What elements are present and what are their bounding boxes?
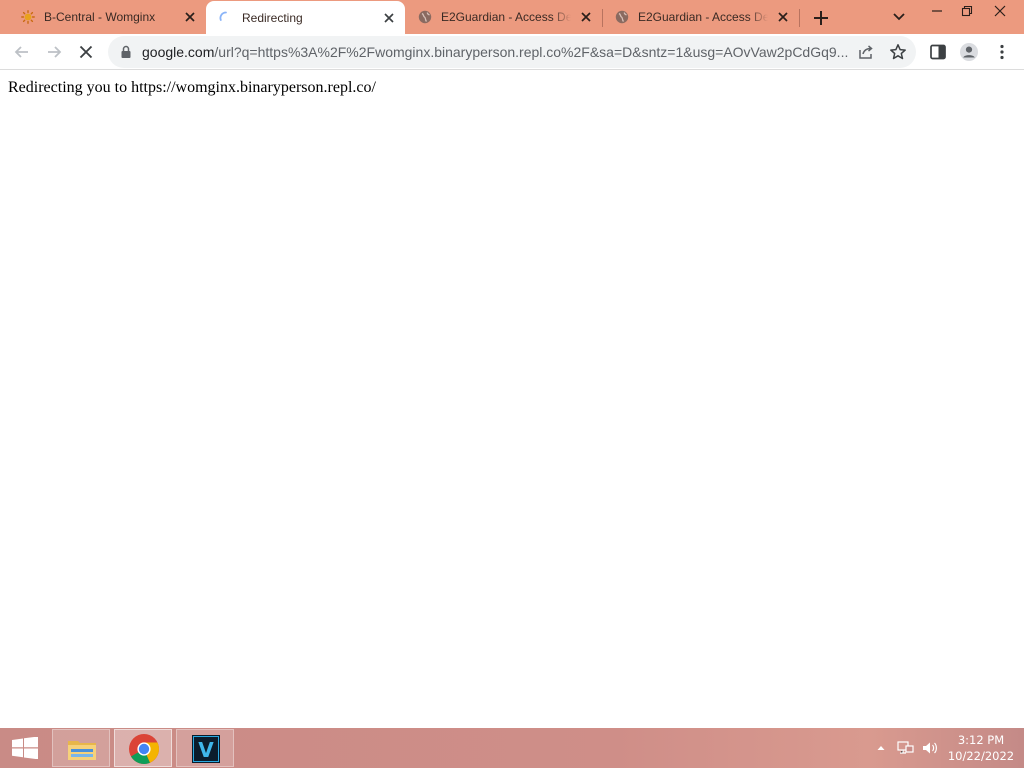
v-app-letter: V	[198, 738, 214, 762]
sun-favicon-icon	[21, 10, 35, 24]
tab-separator	[799, 9, 800, 27]
address-bar[interactable]: google.com/url?q=https%3A%2F%2Fwomginx.b…	[108, 36, 916, 68]
lock-icon[interactable]	[120, 45, 132, 59]
new-tab-plus-icon[interactable]	[810, 7, 832, 29]
restore-button[interactable]	[952, 0, 982, 22]
url-path: /url?q=https%3A%2F%2Fwomginx.binaryperso…	[214, 44, 849, 60]
tab-b-central[interactable]: B-Central - Womginx	[8, 0, 206, 34]
taskbar-v-app[interactable]: V	[176, 729, 234, 767]
stop-loading-icon[interactable]	[76, 42, 96, 62]
globe-icon	[418, 10, 432, 24]
profile-avatar-icon[interactable]	[959, 42, 979, 62]
tab-close-icon[interactable]	[579, 10, 593, 24]
url-text[interactable]: google.com/url?q=https%3A%2F%2Fwomginx.b…	[142, 44, 854, 60]
forward-arrow-icon[interactable]	[44, 42, 64, 62]
tab-e2guardian-1[interactable]: E2Guardian - Access Denied	[405, 0, 602, 34]
tab-e2guardian-2[interactable]: E2Guardian - Access Denied	[602, 0, 799, 34]
page-content: Redirecting you to https://womginx.binar…	[0, 71, 1024, 728]
minimize-button[interactable]	[922, 0, 952, 22]
clock-time: 3:12 PM	[957, 733, 1005, 747]
tab-close-icon[interactable]	[776, 10, 790, 24]
chevron-down-icon[interactable]	[890, 10, 908, 24]
url-host: google.com	[142, 44, 215, 60]
back-arrow-icon[interactable]	[12, 42, 32, 62]
tab-title: Redirecting	[242, 11, 303, 25]
tab-close-icon[interactable]	[382, 11, 396, 25]
browser-toolbar: google.com/url?q=https%3A%2F%2Fwomginx.b…	[0, 34, 1024, 70]
show-hidden-icons-icon[interactable]	[876, 743, 886, 753]
windows-logo-icon	[12, 737, 38, 759]
system-clock[interactable]: 3:12 PM 10/22/2022	[944, 732, 1018, 764]
bookmark-star-icon[interactable]	[889, 43, 907, 61]
close-window-button[interactable]	[985, 0, 1015, 22]
taskbar-file-explorer[interactable]	[52, 729, 110, 767]
v-app-icon: V	[192, 735, 220, 763]
loading-spinner-icon	[219, 11, 227, 21]
minimize-icon	[932, 10, 942, 12]
side-panel-icon[interactable]	[928, 42, 948, 62]
kebab-menu-icon[interactable]	[992, 42, 1012, 62]
volume-icon[interactable]	[921, 740, 939, 756]
restore-icon	[961, 5, 973, 17]
tab-strip: B-Central - Womginx Redirecting E2Guardi…	[0, 0, 1024, 34]
globe-icon	[615, 10, 629, 24]
start-button[interactable]	[0, 728, 48, 768]
clock-date: 10/22/2022	[947, 749, 1015, 763]
windows-taskbar: V 3:12 PM 10/22/2022	[0, 728, 1024, 768]
taskbar-chrome[interactable]	[114, 729, 172, 767]
tab-title: E2Guardian - Access Denied	[638, 10, 768, 24]
chrome-icon	[129, 734, 159, 764]
network-icon[interactable]	[897, 740, 915, 756]
close-icon	[994, 5, 1006, 17]
tab-title: B-Central - Womginx	[44, 10, 156, 24]
tab-title: E2Guardian - Access Denied	[441, 10, 571, 24]
tab-close-icon[interactable]	[183, 10, 197, 24]
tab-redirecting[interactable]: Redirecting	[206, 1, 405, 34]
redirect-message: Redirecting you to https://womginx.binar…	[8, 79, 376, 96]
folder-icon	[68, 741, 96, 760]
share-icon[interactable]	[857, 44, 875, 60]
